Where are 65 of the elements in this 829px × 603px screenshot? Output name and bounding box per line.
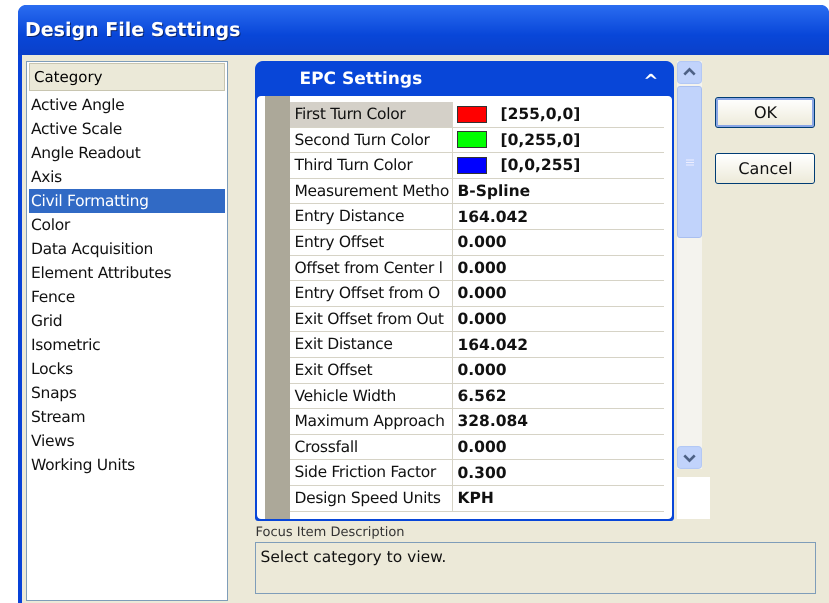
property-value[interactable]: B-Spline xyxy=(457,182,530,200)
category-item[interactable]: Grid xyxy=(29,309,226,333)
property-label[interactable]: Crossfall xyxy=(290,434,454,460)
category-item[interactable]: Active Scale xyxy=(29,117,226,141)
property-label[interactable]: Side Friction Factor xyxy=(290,460,454,485)
scroll-thumb[interactable] xyxy=(677,86,702,238)
category-item[interactable]: Locks xyxy=(29,357,226,381)
color-swatch[interactable] xyxy=(457,106,488,123)
property-value[interactable]: 0.300 xyxy=(457,464,507,482)
property-value[interactable]: 6.562 xyxy=(457,386,507,405)
property-value[interactable]: 0.000 xyxy=(457,284,507,302)
property-value[interactable]: 164.042 xyxy=(457,208,528,226)
category-item[interactable]: Angle Readout xyxy=(29,141,226,165)
property-label[interactable]: Third Turn Color xyxy=(290,153,454,178)
category-item[interactable]: Working Units xyxy=(29,453,226,477)
dialog-button[interactable]: OK xyxy=(715,97,816,128)
scrollbar[interactable] xyxy=(677,61,702,469)
property-label[interactable]: Entry Offset xyxy=(290,230,454,255)
property-value[interactable]: 164.042 xyxy=(457,336,528,354)
panel-title: EPC Settings xyxy=(299,68,422,88)
property-label[interactable]: Exit Offset xyxy=(290,358,454,383)
category-item[interactable]: Element Attributes xyxy=(29,261,226,285)
property-value[interactable]: KPH xyxy=(457,489,494,508)
collapse-button[interactable]: ^ xyxy=(643,66,658,90)
description-label: Focus Item Description xyxy=(255,525,406,540)
list-header[interactable]: Category xyxy=(29,63,226,91)
property-label[interactable]: Exit Offset from Out xyxy=(290,306,454,332)
category-item[interactable]: Snaps xyxy=(29,381,226,405)
category-item[interactable]: Civil Formatting xyxy=(29,189,226,213)
property-value[interactable]: 0.000 xyxy=(457,438,507,456)
category-item[interactable]: Active Angle xyxy=(29,93,226,117)
category-item[interactable]: Views xyxy=(29,429,226,453)
dialog-button[interactable]: Cancel xyxy=(715,153,816,184)
color-swatch[interactable] xyxy=(457,156,488,174)
property-label[interactable]: Vehicle Width xyxy=(290,384,454,408)
color-swatch[interactable] xyxy=(457,131,488,148)
property-value[interactable]: 0.000 xyxy=(457,310,507,328)
property-value[interactable]: [0,255,0] xyxy=(500,130,580,149)
property-label[interactable]: First Turn Color xyxy=(290,102,454,127)
blank-area xyxy=(677,477,710,519)
category-item[interactable]: Fence xyxy=(29,285,226,309)
property-value[interactable]: 0.000 xyxy=(457,233,507,252)
property-label[interactable]: Entry Distance xyxy=(290,204,454,229)
category-list[interactable]: Category Active Angle Active Scale Angle Readout Axis Civil Formatting Color Data Acquisition Element Attributes Fence Grid Isometric Locks Snaps Stream Views Working Units xyxy=(26,61,228,601)
property-value[interactable]: 328.084 xyxy=(457,412,528,430)
category-item[interactable]: Stream xyxy=(29,405,226,429)
property-label[interactable]: Design Speed Units xyxy=(290,486,454,510)
property-value[interactable]: [0,0,255] xyxy=(500,156,580,174)
scroll-up-icon[interactable] xyxy=(677,61,702,84)
property-value[interactable]: [255,0,0] xyxy=(500,105,580,124)
category-item[interactable]: Data Acquisition xyxy=(29,237,226,261)
property-label[interactable]: Measurement Metho xyxy=(290,178,454,204)
category-item[interactable]: Color xyxy=(29,213,226,237)
scroll-down-icon[interactable] xyxy=(677,446,702,469)
property-label[interactable]: Offset from Center l xyxy=(290,256,454,280)
property-value[interactable]: 0.000 xyxy=(457,361,507,380)
property-label[interactable]: Second Turn Color xyxy=(290,128,454,152)
property-value[interactable]: 0.000 xyxy=(457,258,507,277)
category-item[interactable]: Isometric xyxy=(29,333,226,357)
description-text: Select category to view. xyxy=(260,548,446,566)
category-item[interactable]: Axis xyxy=(29,165,226,189)
property-label[interactable]: Exit Distance xyxy=(290,332,454,357)
property-label[interactable]: Entry Offset from O xyxy=(290,281,454,306)
window-title: Design File Settings xyxy=(25,19,240,41)
property-label[interactable]: Maximum Approach xyxy=(290,409,454,434)
